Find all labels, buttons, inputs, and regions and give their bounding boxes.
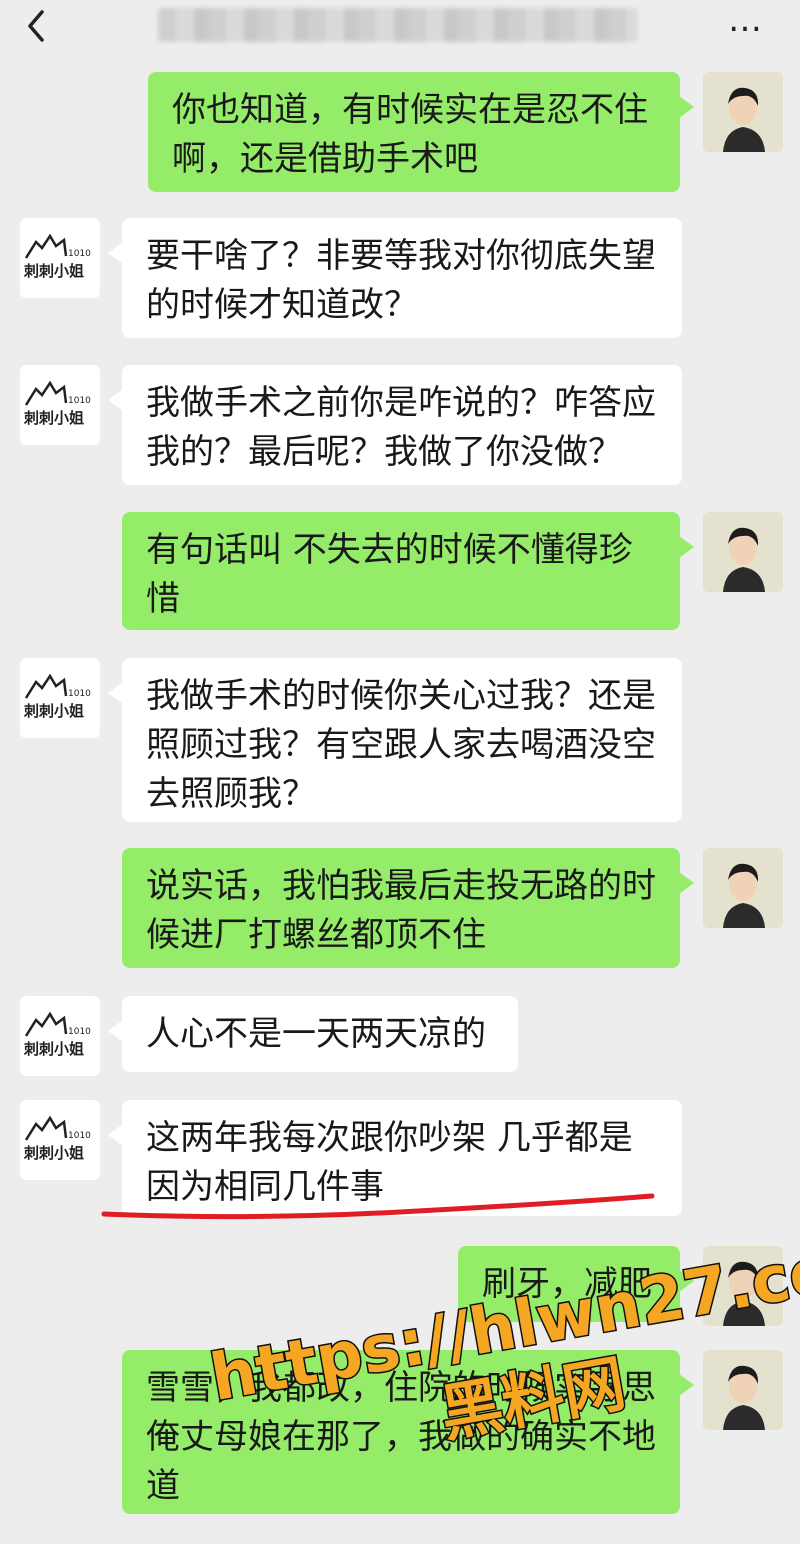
person-avatar-icon [703,1350,783,1430]
avatar-me[interactable] [703,72,783,152]
message-text: 我做手术的时候你关心过我？还是照顾过我？有空跟人家去喝酒没空去照顾我？ [146,676,656,814]
person-avatar-icon [703,512,783,592]
brand-logo-icon: 1010 刺刺小姐 [24,233,91,280]
avatar-other[interactable]: 1010 刺刺小姐 [20,365,100,445]
message-text: 要干啥了？非要等我对你彻底失望的时候才知道改？ [146,236,656,325]
svg-text:1010: 1010 [68,1027,91,1037]
svg-text:刺刺小姐: 刺刺小姐 [24,702,84,720]
avatar-me[interactable] [703,1246,783,1326]
avatar-me[interactable] [703,848,783,928]
more-options-button[interactable]: … [728,0,763,40]
message-bubble-received[interactable]: 我做手术之前你是咋说的？咋答应我的？最后呢？我做了你没做？ [108,365,682,485]
message-bubble-sent[interactable]: 你也知道，有时候实在是忍不住啊，还是借助手术吧 [148,72,694,192]
message-bubble-sent[interactable]: 有句话叫 不失去的时候不懂得珍惜 [122,512,694,630]
message-bubble-received[interactable]: 要干啥了？非要等我对你彻底失望的时候才知道改？ [108,218,682,338]
avatar-me[interactable] [703,512,783,592]
message-text: 说实话，我怕我最后走投无路的时候进厂打螺丝都顶不住 [146,866,656,955]
message-bubble-received[interactable]: 人心不是一天两天凉的 [108,996,518,1072]
message-text: 有句话叫 不失去的时候不懂得珍惜 [146,530,633,619]
avatar-me[interactable] [703,1350,783,1430]
brand-logo-icon: 1010 刺刺小姐 [24,1011,91,1058]
brand-logo-icon: 1010 刺刺小姐 [24,673,91,720]
avatar-other[interactable]: 1010 刺刺小姐 [20,658,100,738]
message-bubble-sent[interactable]: 雪雪，我都改，住院的时候实寻思俺丈母娘在那了，我做的确实不地道 [122,1350,694,1514]
message-text: 人心不是一天两天凉的 [146,1014,486,1054]
chevron-left-icon [28,10,44,42]
avatar-other[interactable]: 1010 刺刺小姐 [20,996,100,1076]
person-avatar-icon [703,848,783,928]
avatar-other[interactable]: 1010 刺刺小姐 [20,218,100,298]
message-bubble-received[interactable]: 我做手术的时候你关心过我？还是照顾过我？有空跟人家去喝酒没空去照顾我？ [108,658,682,822]
svg-text:刺刺小姐: 刺刺小姐 [24,409,84,427]
brand-logo-icon: 1010 刺刺小姐 [24,380,91,427]
message-text: 你也知道，有时候实在是忍不住啊，还是借助手术吧 [172,90,648,179]
chat-header: … [0,0,800,62]
avatar-other[interactable]: 1010 刺刺小姐 [20,1100,100,1180]
brand-logo-icon: 1010 刺刺小姐 [24,1115,91,1162]
svg-text:1010: 1010 [68,1131,91,1141]
svg-text:刺刺小姐: 刺刺小姐 [24,1144,84,1162]
message-text: 刷牙，减肥 [482,1264,652,1304]
svg-text:刺刺小姐: 刺刺小姐 [24,262,84,280]
svg-text:1010: 1010 [68,689,91,699]
svg-text:1010: 1010 [68,249,91,259]
message-text: 雪雪，我都改，住院的时候实寻思俺丈母娘在那了，我做的确实不地道 [146,1368,656,1506]
person-avatar-icon [703,1246,783,1326]
red-underline-annotation [101,1193,655,1220]
message-bubble-sent[interactable]: 说实话，我怕我最后走投无路的时候进厂打螺丝都顶不住 [122,848,694,968]
message-bubble-sent[interactable]: 刷牙，减肥 [458,1246,694,1322]
svg-text:刺刺小姐: 刺刺小姐 [24,1040,84,1058]
svg-text:1010: 1010 [68,396,91,406]
person-avatar-icon [703,72,783,152]
chat-title-blurred [158,8,638,42]
back-button[interactable] [22,6,62,46]
message-text: 我做手术之前你是咋说的？咋答应我的？最后呢？我做了你没做？ [146,383,656,472]
